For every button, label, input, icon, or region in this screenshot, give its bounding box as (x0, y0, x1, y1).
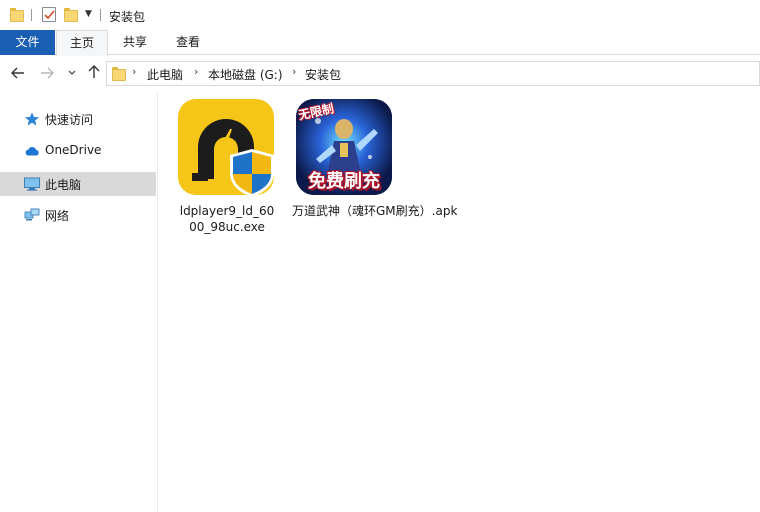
navigation-pane: 快速访问 OneDrive 此电脑 网络 (0, 92, 158, 512)
nav-item-quick-access[interactable]: 快速访问 (0, 107, 156, 131)
up-arrow-icon[interactable] (84, 64, 104, 84)
properties-icon[interactable] (42, 7, 56, 22)
file-name-label: 万道武神（魂环GM刷充）.apk (292, 204, 458, 218)
customize-toolbar-dropdown-icon[interactable]: ▼ (85, 9, 92, 19)
breadcrumb-local-disk[interactable]: 本地磁盘 (G:) (208, 66, 283, 83)
nav-item-label: 网络 (45, 209, 70, 223)
file-name-line: 00_98uc.exe (189, 220, 265, 234)
ldplayer-icon (178, 99, 274, 195)
separator (100, 9, 101, 21)
forward-arrow-icon[interactable] (37, 64, 57, 84)
new-folder-icon[interactable] (64, 8, 78, 22)
nav-item-network[interactable]: 网络 (0, 203, 156, 227)
window-title: 安装包 (109, 10, 146, 24)
nav-item-label: 此电脑 (45, 178, 82, 192)
tab-file[interactable]: 文件 (0, 30, 55, 55)
folder-icon (112, 67, 126, 81)
address-bar[interactable]: › 此电脑 › 本地磁盘 (G:) › 安装包 (106, 61, 760, 86)
badge-bottom-text: 免费刷充 (308, 171, 380, 192)
ribbon-tabs: 文件 主页 共享 查看 (0, 30, 760, 56)
nav-item-this-pc[interactable]: 此电脑 (0, 172, 156, 196)
back-arrow-icon[interactable] (8, 64, 28, 84)
tab-home[interactable]: 主页 (56, 30, 108, 56)
tab-view[interactable]: 查看 (166, 30, 210, 55)
chevron-right-icon[interactable]: › (292, 65, 296, 78)
computer-icon (24, 177, 40, 191)
folder-icon (10, 8, 24, 22)
recent-locations-chevron-down-icon[interactable] (62, 64, 82, 84)
network-icon (24, 208, 40, 221)
chevron-right-icon[interactable]: › (194, 65, 198, 78)
nav-item-label: 快速访问 (45, 113, 94, 127)
chevron-right-icon[interactable]: › (132, 65, 136, 78)
nav-item-onedrive[interactable]: OneDrive (0, 139, 156, 163)
file-name-label: ldplayer9_ld_60 00_98uc.exe (174, 203, 280, 235)
cloud-icon (25, 147, 39, 156)
file-list[interactable]: ldplayer9_ld_60 00_98uc.exe 无限制 免费刷充 万道武… (159, 92, 760, 512)
navigation-bar: › 此电脑 › 本地磁盘 (G:) › 安装包 (0, 56, 760, 92)
game-app-icon: 无限制 免费刷充 (296, 99, 392, 195)
tab-share[interactable]: 共享 (113, 30, 157, 55)
separator (31, 9, 32, 21)
file-name-line: ldplayer9_ld_60 (179, 204, 275, 218)
breadcrumb-this-pc[interactable]: 此电脑 (147, 66, 183, 83)
star-icon (25, 112, 39, 126)
breadcrumb-current-folder[interactable]: 安装包 (305, 66, 341, 83)
nav-item-label: OneDrive (45, 143, 102, 157)
title-bar: ▼ 安装包 (0, 0, 760, 30)
